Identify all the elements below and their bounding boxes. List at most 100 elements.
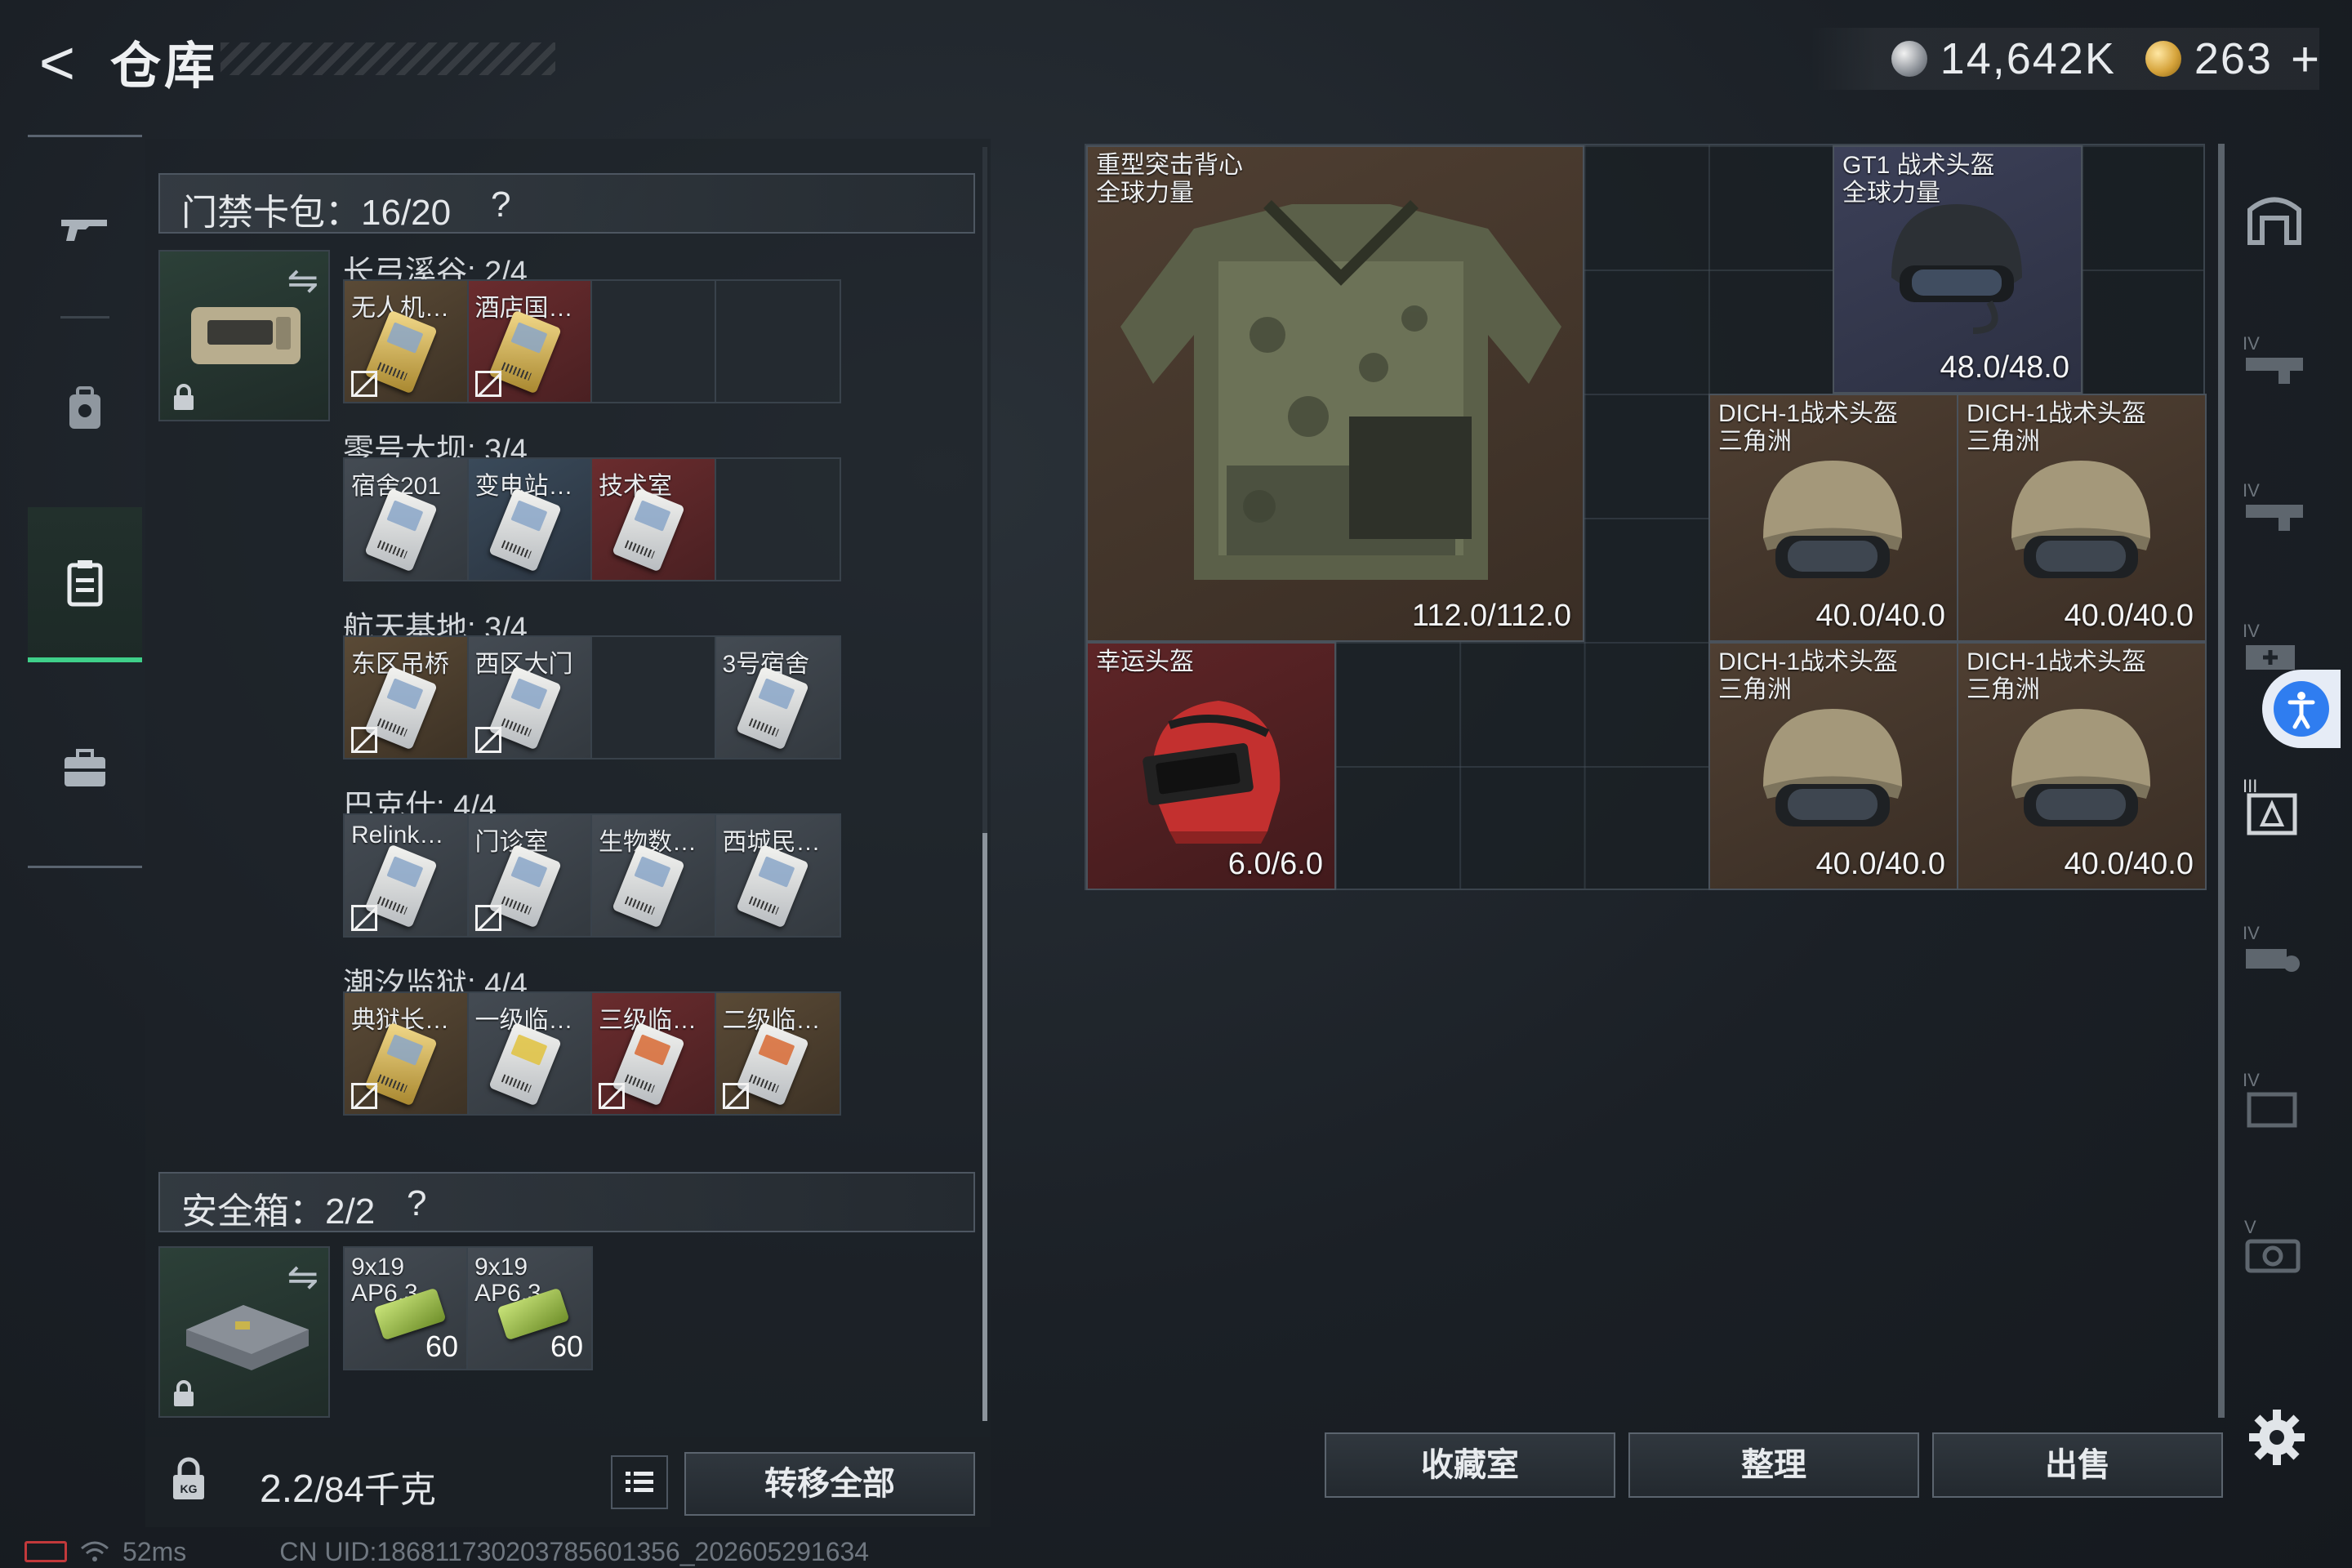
keycard-item[interactable]: 门诊室: [468, 815, 592, 936]
helmet-icon: [1763, 709, 1902, 826]
folder-tier-icon: IV: [2243, 1070, 2297, 1128]
unbound-icon: [474, 905, 501, 931]
rail-item-camera-tier-5[interactable]: V: [2238, 1209, 2311, 1282]
keycard-item[interactable]: 酒店国…: [468, 281, 592, 402]
unbound-icon: [474, 371, 501, 397]
rail-item-armor-tier-3[interactable]: III: [2238, 771, 2311, 844]
safe-box-slots: 9x19 AP6.3 60 9x19 AP6.3 60: [343, 1246, 593, 1370]
keycard-item[interactable]: Relink…: [345, 815, 469, 936]
clipboard-icon: [67, 560, 103, 607]
item-durability: 6.0/6.0: [1227, 847, 1323, 881]
left-nav: [28, 135, 142, 870]
svg-text:IV: IV: [2243, 333, 2260, 354]
nav-item-storage[interactable]: [28, 507, 142, 662]
transfer-all-button[interactable]: 转移全部: [684, 1452, 975, 1516]
item-durability: 40.0/40.0: [1815, 847, 1945, 881]
right-rail-scrollbar[interactable]: [2218, 144, 2225, 1418]
weight-max: /84千克: [314, 1470, 436, 1510]
rail-item-gun-tier-4[interactable]: IV: [2238, 472, 2311, 546]
safe-box-help-button[interactable]: ?: [407, 1183, 426, 1224]
nav-item-case[interactable]: [28, 690, 142, 845]
battery-icon: [24, 1541, 67, 1562]
keycard-bag-container[interactable]: ⇋: [158, 250, 330, 421]
title-stripe-decoration: [220, 42, 555, 75]
sort-button[interactable]: 整理: [1628, 1432, 1919, 1498]
keycard-item[interactable]: 生物数…: [592, 815, 716, 936]
swap-icon[interactable]: ⇋: [287, 1254, 318, 1298]
inventory-item-vest[interactable]: 重型突击背心 全球力量 112.0/112.0: [1086, 145, 1584, 642]
keycard-item[interactable]: 二级临…: [715, 993, 840, 1114]
weight-current: 2.2: [260, 1468, 314, 1511]
rail-item-gun-tier-4[interactable]: IV: [2238, 325, 2311, 399]
inventory-item-gt1-helmet[interactable]: GT1 战术头盔 全球力量 48.0/48.0: [1833, 145, 2082, 394]
nav-item-weapons[interactable]: [28, 151, 142, 306]
item-durability: 40.0/40.0: [1815, 599, 1945, 633]
gold-currency-value: 263: [2194, 34, 2273, 83]
vest-icon: [1120, 200, 1561, 580]
back-button[interactable]: <: [24, 31, 90, 96]
gold-coin-icon: [2145, 41, 2181, 77]
keycard-item[interactable]: 变电站…: [468, 459, 592, 580]
accessibility-button[interactable]: [2262, 670, 2341, 748]
inventory-grid[interactable]: 重型突击背心 全球力量 112.0/112.0 GT1 战术头盔 全球力量 48…: [1085, 144, 2207, 890]
keycard-item[interactable]: 一级临…: [468, 993, 592, 1114]
keycard-bag-help-button[interactable]: ?: [491, 185, 510, 225]
settings-button[interactable]: [2244, 1405, 2310, 1470]
empty-keycard-slot: [592, 637, 716, 758]
keycard-item[interactable]: 西城民…: [715, 815, 840, 936]
sell-button[interactable]: 出售: [1932, 1432, 2223, 1498]
helmet-icon: [2011, 709, 2150, 826]
rail-item-folder-tier-4[interactable]: IV: [2238, 1062, 2311, 1135]
keycard-item[interactable]: 技术室: [592, 459, 716, 580]
safe-box-item[interactable]: 9x19 AP6.3 60: [345, 1248, 468, 1369]
keycard-item[interactable]: 3号宿舍: [715, 637, 840, 758]
keycard-item[interactable]: 西区大门: [468, 637, 592, 758]
svg-text:V: V: [2244, 1217, 2256, 1237]
weight-readout: 2.2/84千克: [260, 1460, 436, 1512]
unbound-icon: [351, 1083, 377, 1109]
rail-item-safehouse[interactable]: [2238, 181, 2311, 255]
nav-item-backpack[interactable]: [28, 331, 142, 486]
list-view-button[interactable]: [611, 1455, 668, 1509]
keycard-item[interactable]: 典狱长…: [345, 993, 469, 1114]
nav-divider: [28, 135, 142, 137]
safe-box-header: 安全箱：2/2 ?: [158, 1172, 975, 1232]
collection-room-button[interactable]: 收藏室: [1325, 1432, 1615, 1498]
keycard-slot-row: Relink… 门诊室 生物数… 西城民…: [343, 813, 841, 938]
keycard-item[interactable]: 三级临…: [592, 993, 716, 1114]
keycard-item[interactable]: 宿舍201: [345, 459, 469, 580]
inventory-item-dich1-helmet[interactable]: DICH-1战术头盔 三角洲 40.0/40.0: [1708, 642, 1958, 890]
red-helmet-icon: [1143, 701, 1281, 844]
keycard-item[interactable]: 东区吊桥: [345, 637, 469, 758]
safe-box-container[interactable]: ⇋: [158, 1246, 330, 1418]
lock-icon: [174, 1380, 194, 1406]
inventory-item-dich1-helmet[interactable]: DICH-1战术头盔 三角洲 40.0/40.0: [1957, 394, 2207, 642]
accessibility-icon: [2274, 681, 2329, 737]
keycard-slot-row: 宿舍201 变电站… 技术室: [343, 457, 841, 581]
gun-icon: [61, 220, 107, 241]
lock-icon: [174, 384, 194, 410]
inventory-item-lucky-helmet[interactable]: 幸运头盔 6.0/6.0: [1086, 642, 1336, 890]
unbound-icon: [351, 905, 377, 931]
safe-box-item[interactable]: 9x19 AP6.3 60: [468, 1248, 591, 1369]
ping-value: 52ms: [122, 1536, 187, 1566]
inventory-item-dich1-helmet[interactable]: DICH-1战术头盔 三角洲 40.0/40.0: [1957, 642, 2207, 890]
item-durability: 40.0/40.0: [2064, 599, 2194, 633]
item-name: 幸运头盔: [1096, 648, 1194, 675]
keycard-label: Relink…: [351, 822, 444, 849]
rail-item-tool-tier-4[interactable]: IV: [2238, 915, 2311, 988]
empty-keycard-slot: [715, 281, 840, 402]
backpack-icon: [69, 386, 100, 429]
keycard-item[interactable]: 无人机…: [345, 281, 469, 402]
svg-text:KG: KG: [180, 1482, 198, 1495]
nav-divider: [28, 866, 142, 868]
left-panel-scrollbar-thumb[interactable]: [982, 833, 987, 1421]
helmet-icon: [1891, 204, 2022, 334]
swap-icon[interactable]: ⇋: [287, 258, 318, 302]
inventory-item-dich1-helmet[interactable]: DICH-1战术头盔 三角洲 40.0/40.0: [1708, 394, 1958, 642]
gun-tier-icon: IV: [2243, 333, 2303, 384]
add-currency-button[interactable]: +: [2291, 31, 2319, 87]
keycard-slot-row: 典狱长… 一级临… 三级临… 二级临…: [343, 991, 841, 1116]
svg-text:IV: IV: [2243, 923, 2260, 943]
helmet-icon: [2011, 461, 2150, 578]
